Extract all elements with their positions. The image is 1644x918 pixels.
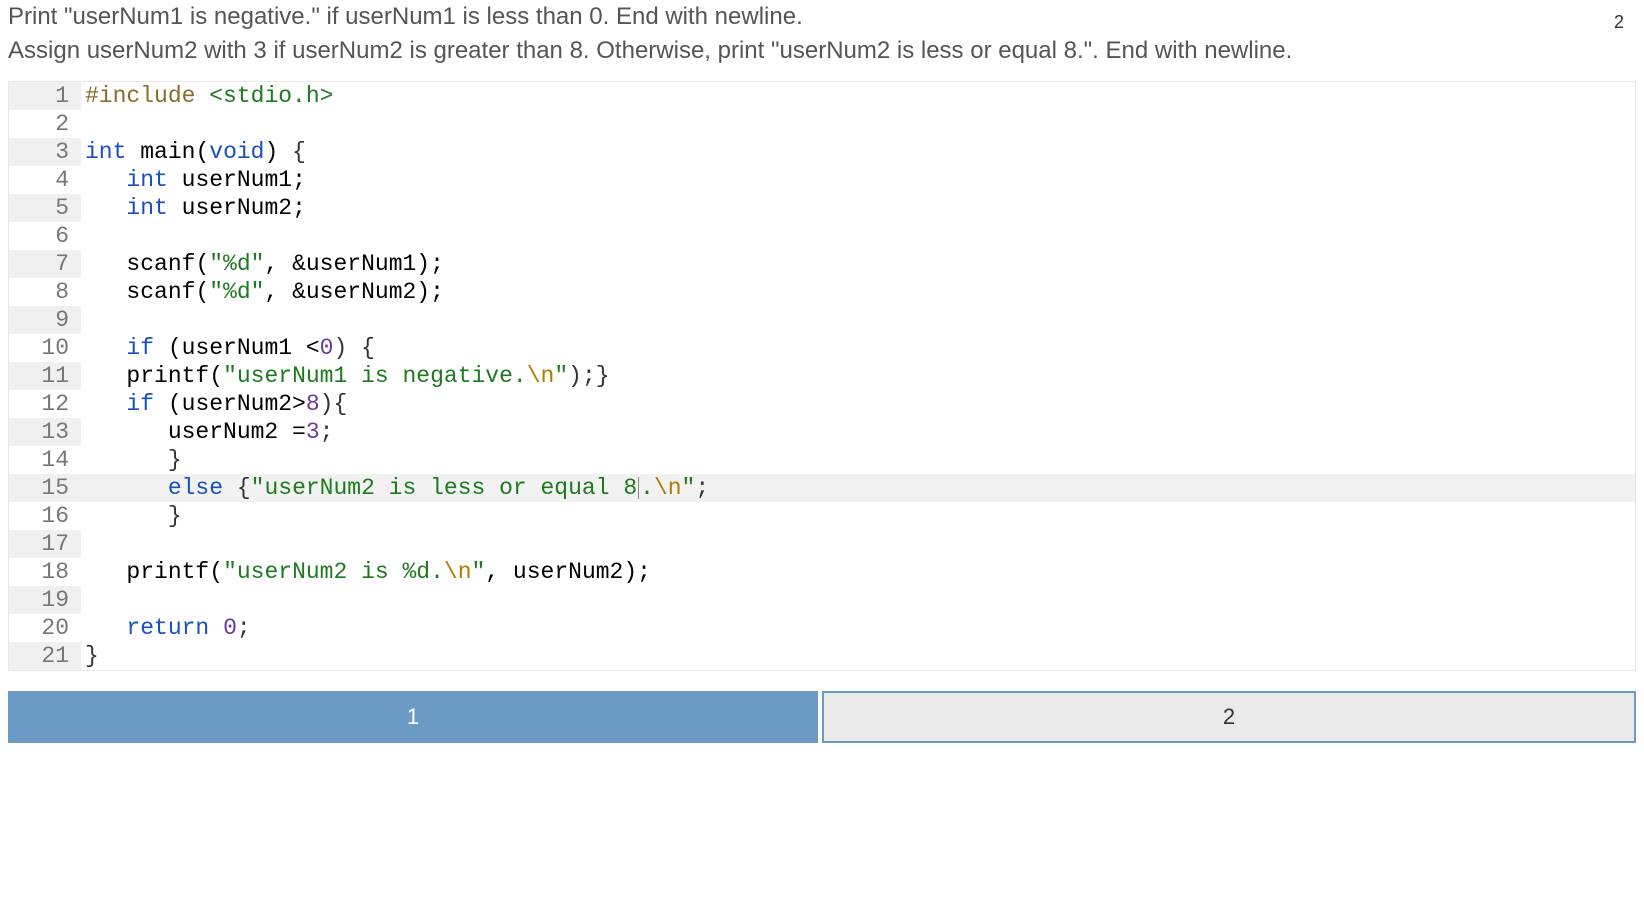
- line-number: 12: [9, 390, 81, 418]
- code-content[interactable]: #include <stdio.h>: [81, 82, 1635, 110]
- line-number: 21: [9, 642, 81, 670]
- line-number: 20: [9, 614, 81, 642]
- code-line[interactable]: 8 scanf("%d", &userNum2);: [9, 278, 1635, 306]
- line-number: 15: [9, 474, 81, 502]
- tab-1[interactable]: 1: [8, 691, 818, 743]
- line-number: 11: [9, 362, 81, 390]
- code-content[interactable]: }: [81, 446, 1635, 474]
- code-content[interactable]: userNum2 =3;: [81, 418, 1635, 446]
- line-number: 9: [9, 306, 81, 334]
- code-line[interactable]: 10 if (userNum1 <0) {: [9, 334, 1635, 362]
- code-line[interactable]: 2: [9, 110, 1635, 138]
- text-cursor: [638, 477, 639, 499]
- code-line[interactable]: 19: [9, 586, 1635, 614]
- code-line[interactable]: 12 if (userNum2>8){: [9, 390, 1635, 418]
- code-line[interactable]: 20 return 0;: [9, 614, 1635, 642]
- line-number: 6: [9, 222, 81, 250]
- code-line[interactable]: 6: [9, 222, 1635, 250]
- code-content[interactable]: }: [81, 502, 1635, 530]
- problem-instructions: Print "userNum1 is negative." if userNum…: [0, 0, 1644, 81]
- code-line[interactable]: 7 scanf("%d", &userNum1);: [9, 250, 1635, 278]
- line-number: 17: [9, 530, 81, 558]
- tab-2[interactable]: 2: [822, 691, 1636, 743]
- code-line[interactable]: 3int main(void) {: [9, 138, 1635, 166]
- code-content[interactable]: scanf("%d", &userNum2);: [81, 278, 1635, 306]
- line-number: 2: [9, 110, 81, 138]
- code-line[interactable]: 13 userNum2 =3;: [9, 418, 1635, 446]
- code-line[interactable]: 1#include <stdio.h>: [9, 82, 1635, 110]
- line-number: 3: [9, 138, 81, 166]
- code-content[interactable]: int userNum2;: [81, 194, 1635, 222]
- instruction-line-2: Assign userNum2 with 3 if userNum2 is gr…: [8, 34, 1636, 68]
- line-number: 8: [9, 278, 81, 306]
- line-number: 4: [9, 166, 81, 194]
- code-line[interactable]: 15 else {"userNum2 is less or equal 8.\n…: [9, 474, 1635, 502]
- line-number: 19: [9, 586, 81, 614]
- code-content[interactable]: scanf("%d", &userNum1);: [81, 250, 1635, 278]
- code-line[interactable]: 11 printf("userNum1 is negative.\n");}: [9, 362, 1635, 390]
- code-line[interactable]: 9: [9, 306, 1635, 334]
- code-content[interactable]: return 0;: [81, 614, 1635, 642]
- code-content[interactable]: else {"userNum2 is less or equal 8.\n";: [81, 474, 1635, 502]
- instruction-line-1: Print "userNum1 is negative." if userNum…: [8, 0, 1636, 34]
- code-line[interactable]: 16 }: [9, 502, 1635, 530]
- line-number: 1: [9, 82, 81, 110]
- code-content[interactable]: }: [81, 642, 1635, 670]
- code-line[interactable]: 17: [9, 530, 1635, 558]
- code-content[interactable]: int main(void) {: [81, 138, 1635, 166]
- code-editor[interactable]: 1#include <stdio.h>23int main(void) {4 i…: [8, 81, 1636, 671]
- code-line[interactable]: 4 int userNum1;: [9, 166, 1635, 194]
- code-content[interactable]: printf("userNum1 is negative.\n");}: [81, 362, 1635, 390]
- code-content[interactable]: if (userNum1 <0) {: [81, 334, 1635, 362]
- code-line[interactable]: 18 printf("userNum2 is %d.\n", userNum2)…: [9, 558, 1635, 586]
- code-line[interactable]: 14 }: [9, 446, 1635, 474]
- line-number: 14: [9, 446, 81, 474]
- line-number: 10: [9, 334, 81, 362]
- code-content[interactable]: printf("userNum2 is %d.\n", userNum2);: [81, 558, 1635, 586]
- code-content[interactable]: int userNum1;: [81, 166, 1635, 194]
- code-line[interactable]: 5 int userNum2;: [9, 194, 1635, 222]
- code-line[interactable]: 21}: [9, 642, 1635, 670]
- line-number: 13: [9, 418, 81, 446]
- test-case-tabs: 1 2: [8, 691, 1636, 743]
- line-number: 7: [9, 250, 81, 278]
- line-number: 18: [9, 558, 81, 586]
- line-number: 5: [9, 194, 81, 222]
- line-number: 16: [9, 502, 81, 530]
- top-right-attempt-badge: 2: [1614, 12, 1624, 33]
- code-content[interactable]: if (userNum2>8){: [81, 390, 1635, 418]
